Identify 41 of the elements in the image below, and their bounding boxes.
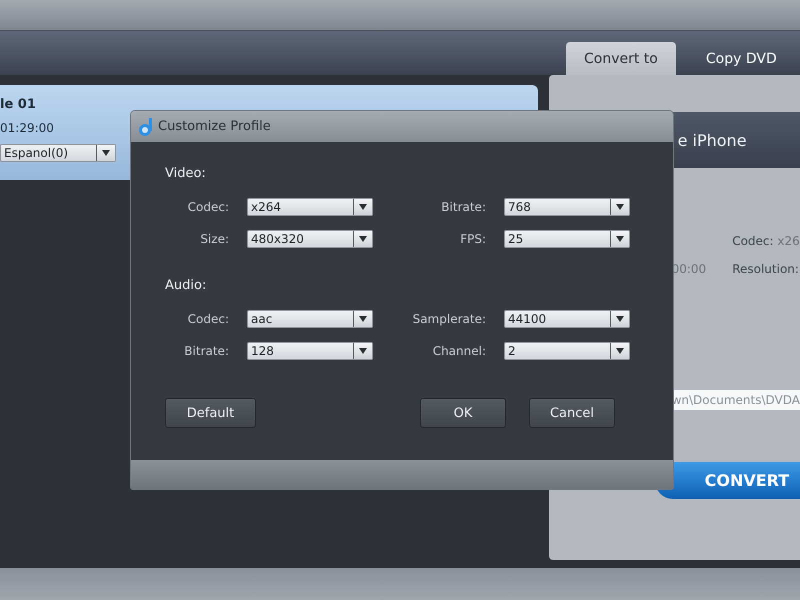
field-label: Bitrate:	[440, 200, 486, 214]
section-heading: Audio:	[165, 278, 208, 293]
dropdown[interactable]: 768	[504, 198, 630, 216]
field-label: Codec:	[186, 200, 229, 214]
codec-label: Codec:	[732, 234, 774, 248]
caret-icon	[616, 204, 624, 210]
caret-icon	[359, 316, 367, 322]
app-logo-icon	[137, 116, 155, 136]
caret-icon	[359, 236, 367, 242]
duration: 01:29:00	[0, 121, 54, 135]
field-label: Channel:	[432, 344, 486, 358]
caret-icon	[102, 150, 110, 156]
tab[interactable]: Copy DVD	[676, 42, 800, 75]
caret-icon	[616, 236, 624, 242]
dialog-button[interactable]: OK	[420, 398, 506, 428]
dropdown[interactable]: 480x320	[247, 230, 373, 248]
resolution-label: Resolution:	[732, 262, 800, 276]
dropdown[interactable]: aac	[247, 310, 373, 328]
dropdown[interactable]: x264	[247, 198, 373, 216]
dropdown[interactable]: Espanol(0)	[0, 144, 116, 162]
field-label: Bitrate:	[183, 344, 229, 358]
field-label: FPS:	[459, 232, 486, 246]
caret-icon	[359, 348, 367, 354]
tab[interactable]: Convert to	[566, 42, 676, 75]
dialog-button[interactable]: Cancel	[529, 398, 615, 428]
dropdown[interactable]: 128	[247, 342, 373, 360]
field-label: Codec:	[186, 312, 229, 326]
caret-icon	[616, 348, 624, 354]
caret-icon	[359, 204, 367, 210]
dialog-title: Customize Profile	[158, 119, 271, 134]
dropdown[interactable]: 2	[504, 342, 630, 360]
section-heading: Video:	[165, 166, 207, 181]
codec-value: x26	[777, 234, 800, 248]
caret-icon	[616, 316, 624, 322]
profile-heading: e iPhone	[678, 130, 747, 150]
dialog-button[interactable]: Default	[165, 398, 256, 428]
dropdown[interactable]: 25	[504, 230, 630, 248]
title-name: le 01	[0, 97, 36, 112]
dropdown[interactable]: 44100	[504, 310, 630, 328]
field-label: Size:	[199, 232, 229, 246]
field-label: Samplerate:	[412, 312, 486, 326]
